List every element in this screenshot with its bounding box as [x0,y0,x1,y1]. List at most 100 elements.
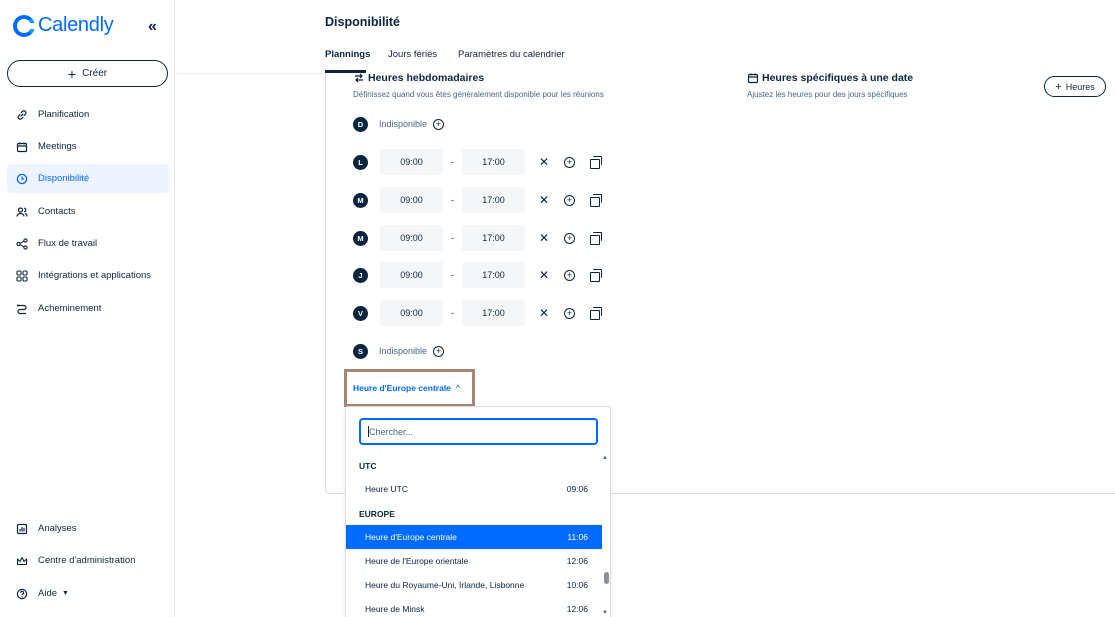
add-interval-icon[interactable]: + [433,345,445,357]
remove-interval-icon[interactable]: ✕ [537,306,551,320]
add-interval-icon[interactable]: + [564,307,575,319]
day-badge: S [353,343,368,359]
timezone-option-time: 12:06 [566,604,588,614]
time-separator: - [451,157,454,167]
end-time-input[interactable]: 17:00 [462,262,525,288]
remove-interval-icon[interactable]: ✕ [537,231,551,245]
timezone-option-name: Heure de l'Europe orientale [365,556,469,566]
timezone-dropdown: Chercher... ▲ UTC Heure UTC 09:06 EUROPE… [345,406,611,617]
timezone-option[interactable]: Heure de l'Europe orientale 12:06 [346,549,602,573]
timezone-option[interactable]: Heure du Royaume-Uni, Irlande, Lisbonne … [346,573,602,597]
copy-icon[interactable] [590,155,602,169]
day-row-friday: V 09:00 - 17:00 ✕ + [353,300,602,326]
help-icon [16,588,28,600]
unavailable-label: Indisponible [379,346,428,356]
sidebar-item-label: Meetings [38,141,77,152]
remove-interval-icon[interactable]: ✕ [537,155,551,169]
day-badge: M [353,192,368,208]
sidebar-item-disponibilite[interactable]: Disponibilité [7,164,169,193]
repeat-icon [355,73,363,83]
clock-icon [16,173,28,185]
search-placeholder: Chercher... [369,426,414,437]
day-row-tuesday: M 09:00 - 17:00 ✕ + [353,187,602,213]
divider [175,73,325,74]
scroll-up-icon[interactable]: ▲ [602,455,608,461]
remove-interval-icon[interactable]: ✕ [537,268,551,282]
create-button[interactable]: + Créer [7,60,168,87]
sidebar-item-acheminement[interactable]: Acheminement [7,294,169,323]
end-time-input[interactable]: 17:00 [462,300,525,326]
add-interval-icon[interactable]: + [564,232,575,244]
sidebar-item-label: Disponibilité [38,173,90,184]
timezone-option[interactable]: Heure UTC 09:06 [346,477,602,501]
sidebar-item-label: Intégrations et applications [38,270,152,281]
group-header-utc: UTC [359,461,377,471]
time-separator: - [451,195,454,205]
day-row-thursday: J 09:00 - 17:00 ✕ + [353,262,602,288]
weekly-hours-subtitle: Définissez quand vous êtes généralement … [353,90,604,99]
scroll-down-icon[interactable]: ▼ [602,610,608,616]
remove-interval-icon[interactable]: ✕ [537,193,551,207]
end-time-input[interactable]: 17:00 [462,225,525,251]
unavailable-label: Indisponible [379,119,428,129]
add-interval-icon[interactable]: + [433,118,445,130]
sidebar-item-meetings[interactable]: Meetings [7,132,169,161]
add-interval-icon[interactable]: + [564,194,575,206]
start-time-input[interactable]: 09:00 [380,262,443,288]
time-separator: - [451,308,454,318]
create-button-label: Créer [82,68,108,79]
copy-icon[interactable] [590,231,602,245]
sidebar: Calendly « + Créer Planification Meeting… [0,0,175,617]
chevron-up-icon: ^ [455,384,461,392]
sidebar-item-analyses[interactable]: Analyses [7,514,169,543]
day-row-saturday: S Indisponible + [353,338,445,364]
plus-icon: + [67,65,77,82]
timezone-search-input[interactable]: Chercher... [359,418,598,445]
plus-icon: + [1055,80,1062,93]
copy-icon[interactable] [590,193,602,207]
day-row-monday: L 09:00 - 17:00 ✕ + [353,149,602,175]
add-hours-button[interactable]: + Heures [1044,76,1106,97]
add-interval-icon[interactable]: + [564,156,575,168]
timezone-option-selected[interactable]: Heure d'Europe centrale 11:06 [346,525,602,549]
sidebar-item-aide[interactable]: Aide ▼ [7,579,169,608]
start-time-input[interactable]: 09:00 [380,149,443,175]
calendly-logo[interactable]: Calendly [13,14,114,37]
day-row-wednesday: M 09:00 - 17:00 ✕ + [353,225,602,251]
start-time-input[interactable]: 09:00 [380,300,443,326]
add-interval-icon[interactable]: + [564,269,575,281]
timezone-selector[interactable]: Heure d'Europe centrale ^ [344,369,475,407]
timezone-option-time: 12:06 [566,556,588,566]
timezone-option-name: Heure UTC [365,484,408,494]
tab-jours-feries[interactable]: Jours fériés [388,49,437,60]
sidebar-item-contacts[interactable]: Contacts [7,197,169,226]
sidebar-item-label: Acheminement [38,303,102,314]
scrollbar-thumb[interactable] [604,572,609,584]
end-time-input[interactable]: 17:00 [462,187,525,213]
apps-grid-icon [16,269,28,282]
timezone-option-time: 11:06 [567,532,588,542]
sidebar-item-admin-center[interactable]: Centre d'administration [7,546,169,575]
sidebar-item-label: Analyses [38,523,77,534]
crown-icon [16,555,28,567]
start-time-input[interactable]: 09:00 [380,225,443,251]
sidebar-item-integrations[interactable]: Intégrations et applications [7,261,169,290]
timezone-option[interactable]: Heure de Minsk 12:06 [346,597,602,617]
contacts-icon [16,206,28,218]
tab-parametres-calendrier[interactable]: Paramètres du calendrier [458,49,565,60]
tab-plannings[interactable]: Plannings [325,49,370,60]
copy-icon[interactable] [590,306,602,320]
page-title: Disponibilité [325,15,400,29]
calendar-icon [16,141,28,153]
timezone-option-name: Heure de Minsk [365,604,425,614]
copy-icon[interactable] [590,268,602,282]
sidebar-item-flux-de-travail[interactable]: Flux de travail [7,229,169,258]
start-time-input[interactable]: 09:00 [380,187,443,213]
collapse-sidebar-icon[interactable]: « [148,18,157,36]
end-time-input[interactable]: 17:00 [462,149,525,175]
day-badge: D [353,116,368,132]
workflow-icon [16,237,28,250]
sidebar-item-planification[interactable]: Planification [7,100,169,129]
specific-hours-subtitle: Ajustez les heures pour des jours spécif… [747,90,908,99]
specific-hours-title: Heures spécifiques à une date [747,72,913,84]
